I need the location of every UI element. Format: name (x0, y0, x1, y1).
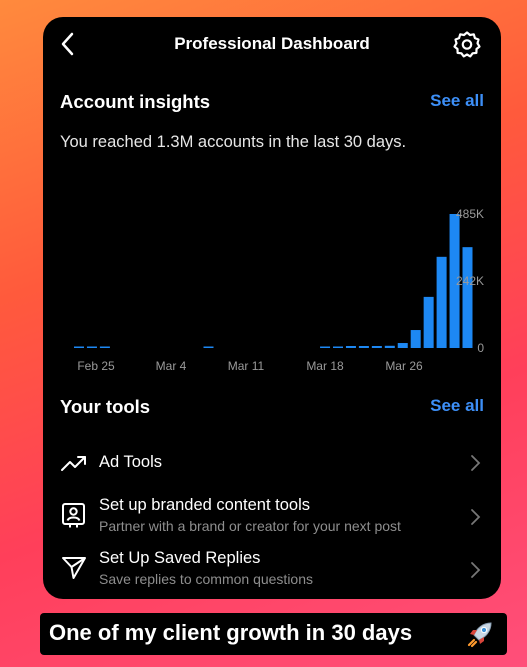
top-bar: Professional Dashboard (43, 17, 501, 71)
chart-bar (397, 343, 408, 348)
y-tick-label: 242K (456, 274, 484, 288)
chart-bar (384, 345, 395, 348)
x-tick-label: Mar 18 (306, 359, 344, 373)
send-icon (62, 557, 86, 579)
ad-tools-item[interactable]: Ad Tools (43, 445, 501, 481)
rocket-icon (467, 622, 492, 648)
chart-bar (333, 346, 343, 348)
saved-replies-subtitle: Save replies to common questions (99, 571, 313, 587)
branded-content-item[interactable]: Set up branded content tools Partner wit… (43, 493, 501, 541)
x-tick-label: Mar 11 (228, 359, 265, 373)
ad-tools-label: Ad Tools (99, 453, 162, 471)
chart-bar (371, 346, 382, 348)
chevron-right-icon (471, 509, 481, 525)
chevron-right-icon (471, 455, 481, 471)
account-insights-title: Account insights (60, 91, 211, 112)
reach-bar-chart: 485K 242K 0 Feb 25 Mar 4 Mar 11 Mar 18 Mar 26 (74, 207, 484, 373)
branded-content-icon (62, 503, 85, 528)
branded-content-subtitle: Partner with a brand or creator for your… (99, 518, 401, 534)
chart-bar (410, 330, 421, 348)
chart-bar (74, 346, 84, 348)
chart-bar (86, 346, 97, 348)
page-title: Professional Dashboard (174, 34, 370, 53)
reach-summary: You reached 1.3M accounts in the last 30… (60, 133, 407, 151)
trending-up-icon (61, 456, 86, 471)
chart-bar (203, 346, 214, 348)
chart-bar (345, 346, 356, 348)
chevron-right-icon (471, 562, 481, 578)
saved-replies-label: Set Up Saved Replies (99, 549, 261, 567)
chart-bar (358, 346, 369, 348)
insights-see-all-link[interactable]: See all (430, 91, 484, 111)
chart-bar (436, 256, 447, 348)
y-tick-label: 485K (456, 207, 484, 221)
chart-bar (99, 346, 110, 348)
caption-banner: One of my client growth in 30 days (40, 613, 507, 655)
x-tick-label: Mar 4 (156, 359, 187, 373)
phone-screen: Professional Dashboard Account insights … (43, 17, 501, 599)
chart-bar (423, 296, 434, 348)
tools-see-all-link[interactable]: See all (430, 396, 484, 416)
branded-content-label: Set up branded content tools (99, 496, 310, 514)
your-tools-title: Your tools (60, 396, 151, 417)
chart-bar (320, 346, 331, 348)
saved-replies-item[interactable]: Set Up Saved Replies Save replies to com… (43, 546, 501, 594)
y-tick-label: 0 (477, 341, 484, 355)
gear-icon[interactable] (453, 30, 481, 58)
chart-bar (462, 247, 473, 348)
x-tick-label: Feb 25 (77, 359, 115, 373)
x-tick-label: Mar 26 (385, 359, 423, 373)
caption-text: One of my client growth in 30 days (49, 620, 413, 645)
